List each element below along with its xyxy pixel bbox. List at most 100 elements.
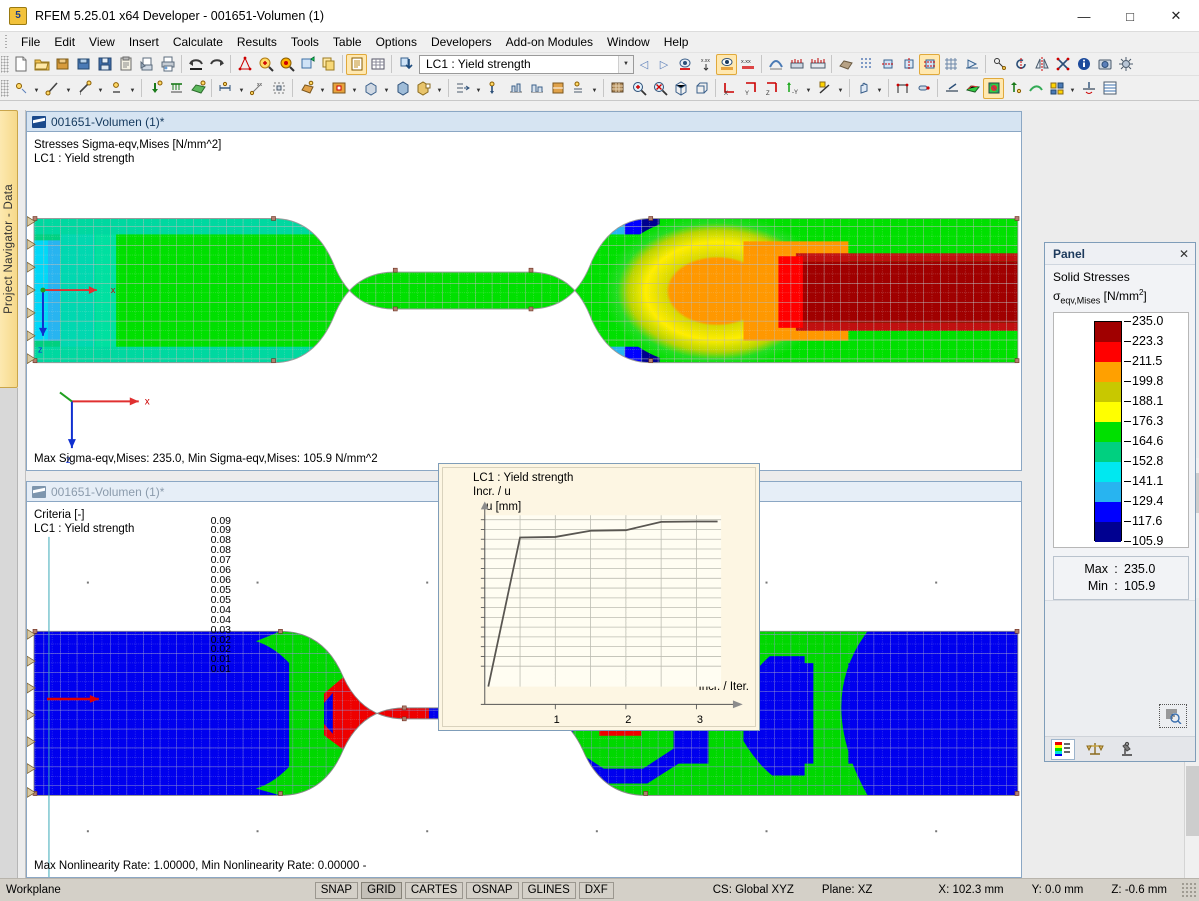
next-loadcase-button[interactable]: ▷ bbox=[654, 54, 674, 75]
menu-options[interactable]: Options bbox=[369, 33, 424, 51]
scrollbar-thumb[interactable] bbox=[1186, 766, 1199, 836]
select-window-icon[interactable] bbox=[297, 54, 318, 75]
status-toggle-glines[interactable]: GLINES bbox=[522, 882, 576, 899]
zoom-in-icon[interactable] bbox=[628, 78, 649, 99]
menu-edit[interactable]: Edit bbox=[47, 33, 82, 51]
stress-contour-plot[interactable]: x z x z bbox=[27, 132, 1021, 470]
camera-icon[interactable] bbox=[1094, 54, 1115, 75]
undo-icon[interactable] bbox=[185, 54, 206, 75]
surface-load-icon[interactable] bbox=[187, 78, 208, 99]
view-render-icon[interactable] bbox=[674, 54, 695, 75]
view-x-icon[interactable]: X bbox=[719, 78, 740, 99]
rotate-icon[interactable] bbox=[1010, 54, 1031, 75]
settings-gear-icon[interactable] bbox=[1115, 54, 1136, 75]
menu-view[interactable]: View bbox=[82, 33, 122, 51]
guides-icon[interactable] bbox=[961, 54, 982, 75]
maximize-button[interactable]: □ bbox=[1107, 0, 1153, 32]
chevron-down-icon[interactable]: ▼ bbox=[95, 78, 106, 99]
solids-right-icon[interactable] bbox=[898, 54, 919, 75]
imperfection-icon[interactable] bbox=[547, 78, 568, 99]
opening-icon[interactable] bbox=[328, 78, 349, 99]
chevron-down-icon[interactable]: ▼ bbox=[31, 78, 42, 99]
chevron-down-icon[interactable]: ▼ bbox=[589, 78, 600, 99]
print-preview-icon[interactable] bbox=[136, 54, 157, 75]
solid-icon[interactable] bbox=[360, 78, 381, 99]
member-eccentricity-icon[interactable] bbox=[526, 78, 547, 99]
menu-file[interactable]: File bbox=[14, 33, 47, 51]
nodal-release-icon[interactable] bbox=[484, 78, 505, 99]
load-combination-icon[interactable] bbox=[568, 78, 589, 99]
result-solid-icon[interactable] bbox=[983, 78, 1004, 99]
chevron-down-icon[interactable]: ▼ bbox=[127, 78, 138, 99]
solid-contact-icon[interactable] bbox=[392, 78, 413, 99]
view-y-icon[interactable]: Y bbox=[740, 78, 761, 99]
colored-surface-icon[interactable] bbox=[962, 78, 983, 99]
chevron-down-icon[interactable]: ▼ bbox=[236, 78, 247, 99]
redo-icon[interactable] bbox=[206, 54, 227, 75]
menu-help[interactable]: Help bbox=[657, 33, 696, 51]
node-icon[interactable] bbox=[10, 78, 31, 99]
chevron-down-icon[interactable]: ▼ bbox=[1067, 78, 1078, 99]
results-panel[interactable]: Panel ✕ Solid Stresses σeqv,Mises [N/mm2… bbox=[1044, 242, 1196, 762]
status-toggle-cartes[interactable]: CARTES bbox=[405, 882, 463, 899]
panel-grid-icon[interactable] bbox=[1046, 78, 1067, 99]
line-load-icon[interactable] bbox=[166, 78, 187, 99]
save-icon[interactable] bbox=[94, 54, 115, 75]
menu-calculate[interactable]: Calculate bbox=[166, 33, 230, 51]
grid-table-icon[interactable] bbox=[367, 54, 388, 75]
frame-icon[interactable] bbox=[892, 78, 913, 99]
surfaces-icon[interactable] bbox=[835, 54, 856, 75]
info-icon[interactable] bbox=[1073, 54, 1094, 75]
cross-point-icon[interactable] bbox=[1052, 54, 1073, 75]
menu-tools[interactable]: Tools bbox=[284, 33, 326, 51]
scales-balance-icon[interactable] bbox=[1083, 739, 1107, 760]
menu-insert[interactable]: Insert bbox=[122, 33, 166, 51]
deformation-icon[interactable] bbox=[765, 54, 786, 75]
criteria-vertical-scrollbar[interactable] bbox=[1184, 760, 1199, 878]
chevron-down-icon[interactable]: ▼ bbox=[63, 78, 74, 99]
region-icon[interactable] bbox=[268, 78, 289, 99]
member-icon[interactable]: I bbox=[74, 78, 95, 99]
color-scale-icon[interactable] bbox=[1051, 739, 1075, 760]
dimension-xx-icon[interactable]: x.xx bbox=[695, 54, 716, 75]
microscope-icon[interactable] bbox=[1115, 739, 1139, 760]
zoom-results-icon[interactable] bbox=[276, 54, 297, 75]
menu-developers[interactable]: Developers bbox=[424, 33, 499, 51]
new-file-icon[interactable] bbox=[10, 54, 31, 75]
grid-points-icon[interactable] bbox=[940, 54, 961, 75]
stresses-window[interactable]: 001651-Volumen (1)* Stresses Sigma-eqv,M… bbox=[26, 111, 1022, 471]
chevron-down-icon[interactable]: ▼ bbox=[349, 78, 360, 99]
result-table-icon[interactable] bbox=[1099, 78, 1120, 99]
status-toggle-snap[interactable]: SNAP bbox=[315, 882, 358, 899]
fe-mesh-icon[interactable] bbox=[856, 54, 877, 75]
smooth-icon[interactable] bbox=[1025, 78, 1046, 99]
menu-addon-modules[interactable]: Add-on Modules bbox=[499, 33, 600, 51]
zoom-out-icon[interactable] bbox=[649, 78, 670, 99]
solids-left-icon[interactable] bbox=[877, 54, 898, 75]
render-model-icon[interactable] bbox=[234, 54, 255, 75]
stresses-window-titlebar[interactable]: 001651-Volumen (1)* bbox=[27, 112, 1021, 131]
surface-icon[interactable] bbox=[296, 78, 317, 99]
solid-gas-icon[interactable] bbox=[413, 78, 434, 99]
chevron-down-icon[interactable]: ▼ bbox=[381, 78, 392, 99]
chevron-down-icon[interactable]: ▼ bbox=[618, 56, 633, 73]
save-project-icon[interactable] bbox=[52, 54, 73, 75]
view-minus-y-icon[interactable]: -Y bbox=[782, 78, 803, 99]
menu-window[interactable]: Window bbox=[600, 33, 657, 51]
chevron-down-icon[interactable]: ▼ bbox=[835, 78, 846, 99]
chevron-down-icon[interactable]: ▼ bbox=[317, 78, 328, 99]
mesh-refine-icon[interactable] bbox=[452, 78, 473, 99]
nodal-load-icon[interactable] bbox=[145, 78, 166, 99]
zoom-window-icon[interactable] bbox=[607, 78, 628, 99]
load-case-icon[interactable] bbox=[395, 54, 416, 75]
section-cut-icon[interactable] bbox=[1078, 78, 1099, 99]
zoom-redo-icon[interactable] bbox=[255, 54, 276, 75]
release-icon[interactable] bbox=[913, 78, 934, 99]
pan-icon[interactable] bbox=[853, 78, 874, 99]
status-toggle-grid[interactable]: GRID bbox=[361, 882, 402, 899]
member-hinge-icon[interactable] bbox=[505, 78, 526, 99]
text-xx-icon[interactable]: xx bbox=[247, 78, 268, 99]
clipboard-icon[interactable] bbox=[115, 54, 136, 75]
stresses-window-body[interactable]: Stresses Sigma-eqv,Mises [N/mm^2] LC1 : … bbox=[27, 131, 1021, 470]
load-case-combo[interactable]: LC1 : Yield strength ▼ bbox=[419, 55, 634, 74]
